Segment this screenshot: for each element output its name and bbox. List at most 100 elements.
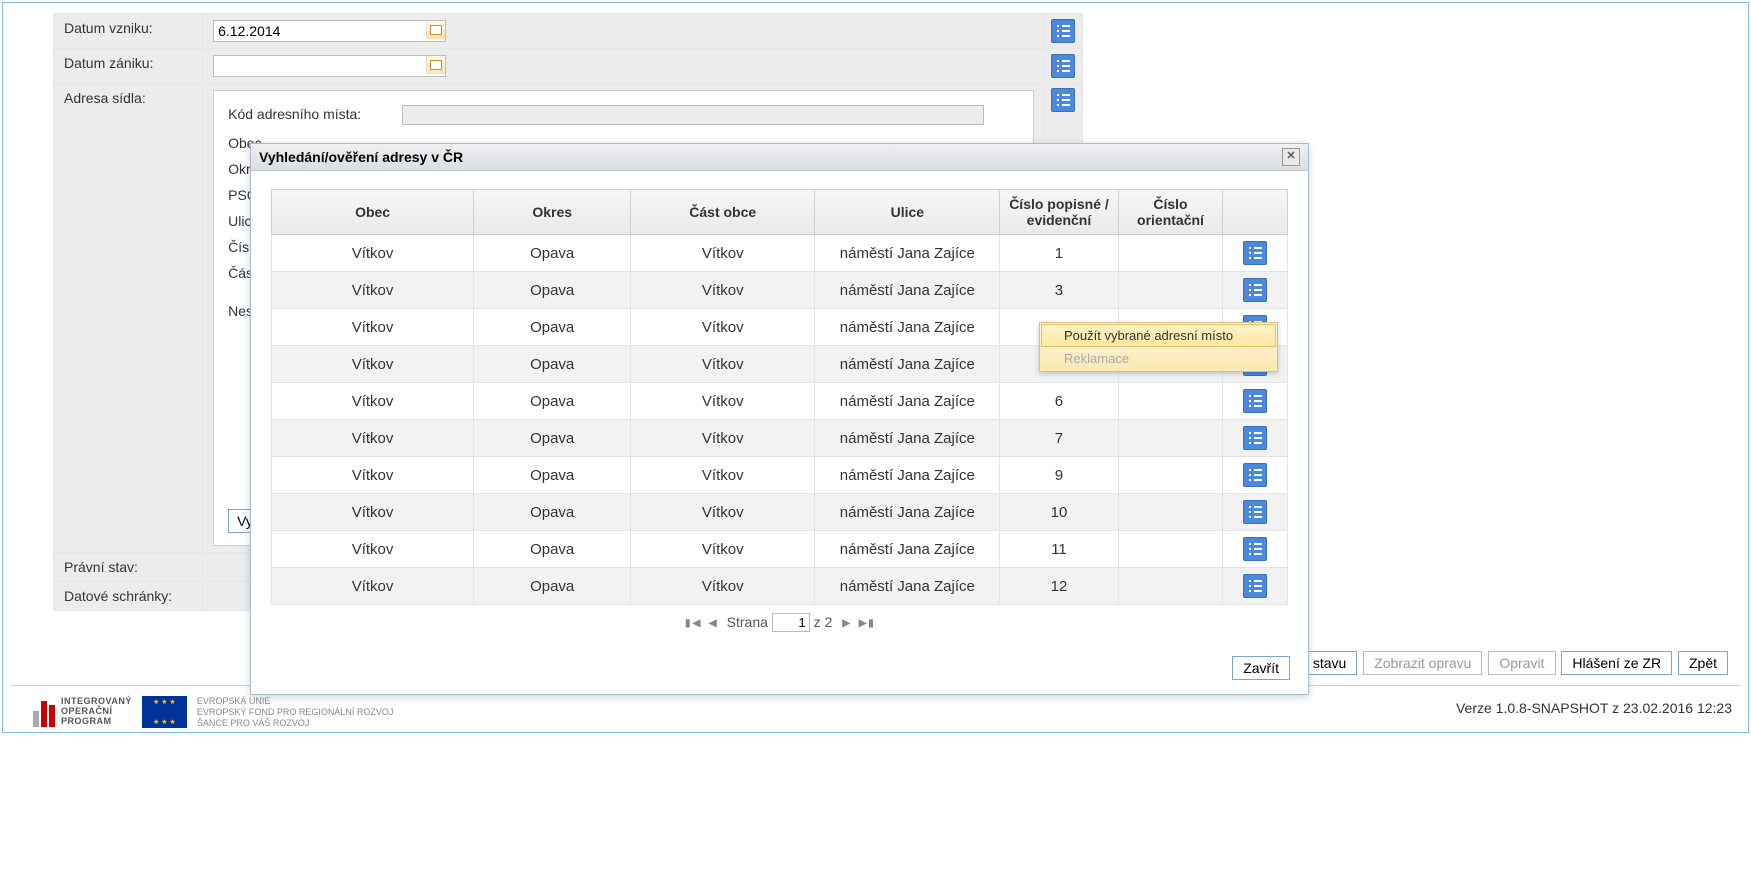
list-icon[interactable]: [1051, 88, 1075, 112]
cell-cast: Vítkov: [631, 420, 815, 457]
cell-obec: Vítkov: [272, 457, 474, 494]
cell-obec: Vítkov: [272, 531, 474, 568]
cell-cast: Vítkov: [631, 568, 815, 605]
cell-cast: Vítkov: [631, 494, 815, 531]
cell-ulice: náměstí Jana Zajíce: [815, 383, 1000, 420]
cell-ulice: náměstí Jana Zajíce: [815, 346, 1000, 383]
list-icon[interactable]: [1243, 574, 1267, 598]
eu-flag-icon: [142, 696, 187, 728]
adresa-sidla-label: Adresa sídla:: [54, 84, 203, 553]
calendar-icon[interactable]: [426, 56, 445, 74]
eu-text-1: EVROPSKÁ UNIE: [197, 696, 394, 707]
cell-okres: Opava: [474, 309, 631, 346]
cell-obec: Vítkov: [272, 272, 474, 309]
datum-zaniku-label: Datum zániku:: [54, 49, 203, 84]
list-icon[interactable]: [1243, 426, 1267, 450]
datum-zaniku-input[interactable]: [214, 56, 422, 76]
cell-cast: Vítkov: [631, 272, 815, 309]
list-icon[interactable]: [1051, 54, 1075, 78]
cell-okres: Opava: [474, 494, 631, 531]
list-icon[interactable]: [1243, 463, 1267, 487]
col-obec[interactable]: Obec: [272, 190, 474, 235]
table-row[interactable]: VítkovOpavaVítkovnáměstí Jana Zajíce3: [272, 272, 1288, 309]
ctx-reklamace: Reklamace: [1041, 347, 1276, 370]
pager-next-icon[interactable]: ▶: [842, 615, 850, 631]
cell-obec: Vítkov: [272, 383, 474, 420]
list-icon[interactable]: [1243, 278, 1267, 302]
close-icon[interactable]: ✕: [1282, 148, 1300, 166]
col-co[interactable]: Číslo orientační: [1118, 190, 1223, 235]
table-row[interactable]: VítkovOpavaVítkovnáměstí Jana Zajíce10: [272, 494, 1288, 531]
version-text: Verze 1.0.8-SNAPSHOT z 23.02.2016 12:23: [1456, 696, 1732, 716]
kod-adresniho-mista-field[interactable]: [402, 105, 984, 125]
col-ulice[interactable]: Ulice: [815, 190, 1000, 235]
address-results-table: Obec Okres Část obce Ulice Číslo popisné…: [271, 189, 1288, 605]
list-icon[interactable]: [1243, 241, 1267, 265]
cell-co: [1118, 457, 1223, 494]
zobrazit-opravu-button: Zobrazit opravu: [1363, 651, 1482, 675]
col-cp[interactable]: Číslo popisné / evidenční: [1000, 190, 1118, 235]
datove-schranky-label: Datové schránky:: [54, 582, 203, 611]
pager-page-input[interactable]: [772, 613, 810, 632]
col-okres[interactable]: Okres: [474, 190, 631, 235]
pager-of: z: [814, 614, 821, 630]
eu-text-2: EVROPSKÝ FOND PRO REGIONÁLNÍ ROZVOJ: [197, 707, 394, 718]
kod-adresniho-mista-label: Kód adresního místa:: [228, 106, 398, 122]
cell-okres: Opava: [474, 346, 631, 383]
pager-strana: Strana: [727, 614, 768, 630]
row-context-menu: Použít vybrané adresní místo Reklamace: [1039, 322, 1278, 372]
col-cast[interactable]: Část obce: [631, 190, 815, 235]
cell-co: [1118, 383, 1223, 420]
list-icon[interactable]: [1051, 19, 1075, 43]
calendar-icon[interactable]: [426, 21, 445, 39]
table-row[interactable]: VítkovOpavaVítkovnáměstí Jana Zajíce12: [272, 568, 1288, 605]
ctx-use-address[interactable]: Použít vybrané adresní místo: [1041, 324, 1276, 347]
pager-first-icon[interactable]: ▮◀: [684, 615, 701, 631]
datum-vzniku-input[interactable]: [214, 21, 422, 41]
table-row[interactable]: VítkovOpavaVítkovnáměstí Jana Zajíce11: [272, 531, 1288, 568]
table-row[interactable]: VítkovOpavaVítkovnáměstí Jana Zajíce7: [272, 420, 1288, 457]
cell-cast: Vítkov: [631, 309, 815, 346]
pager: ▮◀ ◀ Strana z 2 ▶ ▶▮: [271, 605, 1288, 640]
cell-cp: 9: [1000, 457, 1118, 494]
cell-ulice: náměstí Jana Zajíce: [815, 494, 1000, 531]
zpet-button[interactable]: Zpět: [1678, 651, 1728, 675]
cell-okres: Opava: [474, 420, 631, 457]
zavrit-button[interactable]: Zavřít: [1232, 656, 1290, 680]
dialog-title: Vyhledání/ověření adresy v ČR: [259, 149, 463, 165]
cell-obec: Vítkov: [272, 309, 474, 346]
cell-okres: Opava: [474, 383, 631, 420]
list-icon[interactable]: [1243, 389, 1267, 413]
cell-cp: 3: [1000, 272, 1118, 309]
cell-cp: 1: [1000, 235, 1118, 272]
cell-okres: Opava: [474, 531, 631, 568]
list-icon[interactable]: [1243, 500, 1267, 524]
cell-cp: 10: [1000, 494, 1118, 531]
hlaseni-ze-zr-button[interactable]: Hlášení ze ZR: [1561, 651, 1672, 675]
pager-total: 2: [825, 614, 833, 630]
cell-ulice: náměstí Jana Zajíce: [815, 235, 1000, 272]
pager-last-icon[interactable]: ▶▮: [858, 615, 875, 631]
cell-co: [1118, 494, 1223, 531]
table-row[interactable]: VítkovOpavaVítkovnáměstí Jana Zajíce9: [272, 457, 1288, 494]
cell-co: [1118, 568, 1223, 605]
footer-logos: INTEGROVANÝ OPERAČNÍ PROGRAM EVROPSKÁ UN…: [33, 696, 393, 728]
cell-ulice: náměstí Jana Zajíce: [815, 420, 1000, 457]
table-row[interactable]: VítkovOpavaVítkovnáměstí Jana Zajíce6: [272, 383, 1288, 420]
cell-co: [1118, 420, 1223, 457]
cell-ulice: náměstí Jana Zajíce: [815, 531, 1000, 568]
cell-ulice: náměstí Jana Zajíce: [815, 272, 1000, 309]
list-icon[interactable]: [1243, 537, 1267, 561]
cell-obec: Vítkov: [272, 494, 474, 531]
datum-vzniku-label: Datum vzniku:: [54, 14, 203, 49]
pager-prev-icon[interactable]: ◀: [708, 615, 716, 631]
cell-ulice: náměstí Jana Zajíce: [815, 309, 1000, 346]
cell-cp: 12: [1000, 568, 1118, 605]
table-row[interactable]: VítkovOpavaVítkovnáměstí Jana Zajíce1: [272, 235, 1288, 272]
cell-ulice: náměstí Jana Zajíce: [815, 568, 1000, 605]
cell-okres: Opava: [474, 235, 631, 272]
cell-ulice: náměstí Jana Zajíce: [815, 457, 1000, 494]
cell-cast: Vítkov: [631, 346, 815, 383]
cell-okres: Opava: [474, 568, 631, 605]
cell-obec: Vítkov: [272, 346, 474, 383]
